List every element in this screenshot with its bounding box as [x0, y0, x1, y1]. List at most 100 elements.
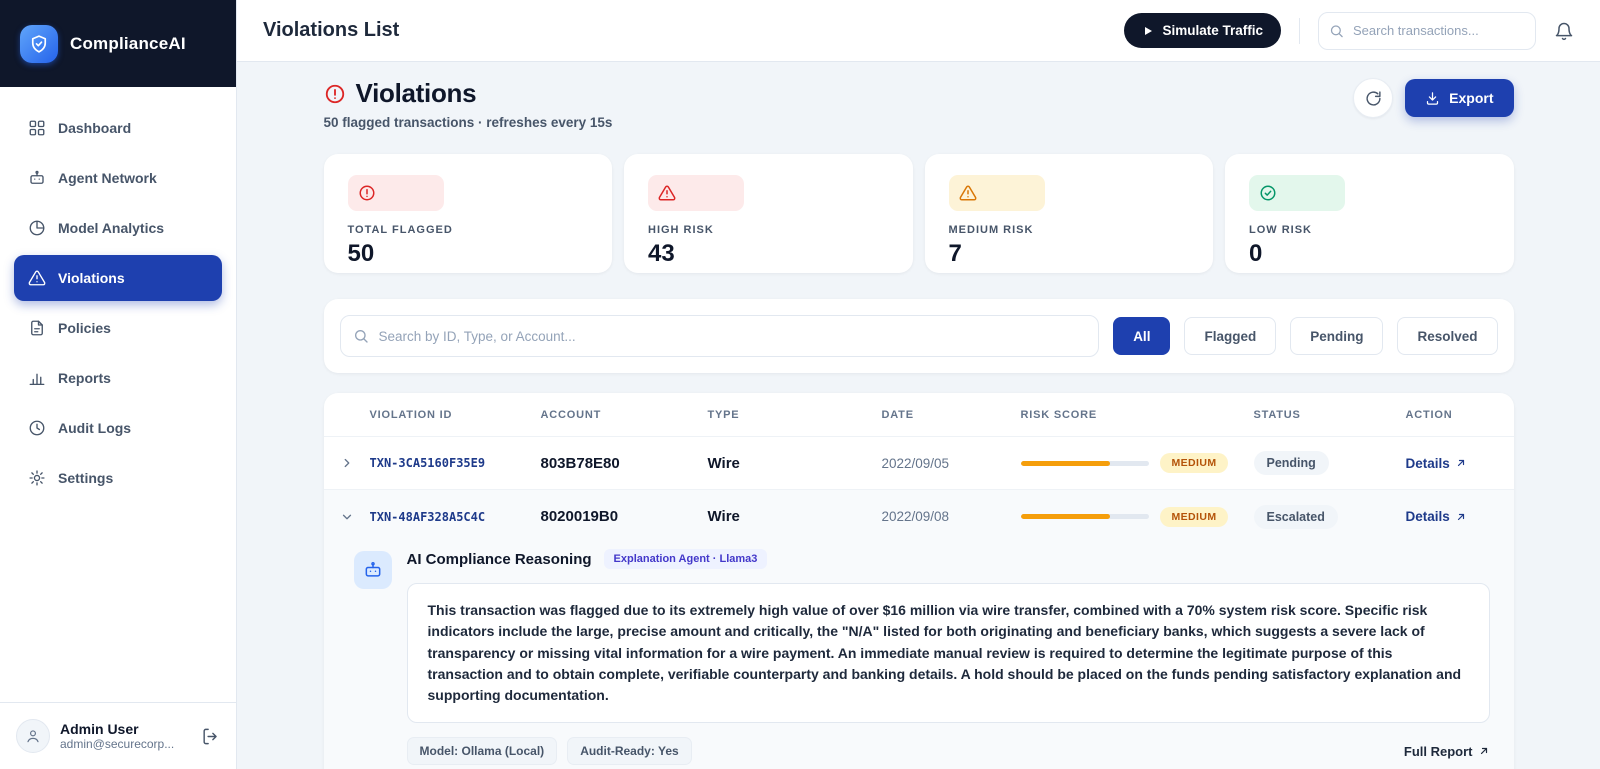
- details-label: Details: [1405, 509, 1450, 524]
- alert-circle-icon: [324, 83, 346, 105]
- sidebar-header: ComplianceAI: [0, 0, 236, 87]
- grid-icon: [28, 119, 46, 137]
- download-icon: [1425, 91, 1440, 106]
- sidebar-item-label: Agent Network: [58, 170, 157, 186]
- page-actions: Export: [1353, 78, 1514, 118]
- sidebar-item-label: Violations: [58, 270, 125, 286]
- brand-logo: [20, 24, 58, 63]
- sidebar-item-audit-logs[interactable]: Audit Logs: [14, 405, 222, 451]
- stat-card-total-flagged: TOTAL FLAGGED 50: [323, 154, 612, 273]
- divider: [1299, 17, 1300, 44]
- external-link-icon: [1455, 457, 1467, 469]
- user-name: Admin User: [60, 721, 139, 737]
- stat-card-medium-risk: MEDIUM RISK 7: [924, 154, 1213, 273]
- ai-reasoning-text: This transaction was flagged due to its …: [406, 583, 1490, 724]
- logout-icon[interactable]: [201, 727, 220, 746]
- document-icon: [28, 319, 46, 337]
- filter-button-resolved[interactable]: Resolved: [1397, 317, 1498, 355]
- type-cell: Wire: [707, 508, 740, 525]
- alert-circle-icon: [347, 175, 444, 211]
- bot-icon: [28, 169, 46, 187]
- user-meta: Admin User admin@securecorp...: [60, 721, 191, 751]
- refresh-icon[interactable]: [1353, 78, 1394, 118]
- column-header-action: ACTION: [1405, 408, 1453, 421]
- clock-icon: [28, 419, 46, 437]
- column-header-date: DATE: [881, 408, 914, 421]
- pie-icon: [28, 219, 46, 237]
- app-root: ComplianceAI Dashboard Agent Network Mod…: [0, 0, 1600, 769]
- ai-reasoning-panel: AI Compliance Reasoning Explanation Agen…: [323, 543, 1514, 769]
- export-button[interactable]: Export: [1405, 79, 1514, 117]
- alert-triangle-icon: [948, 175, 1045, 211]
- stat-card-high-risk: HIGH RISK 43: [624, 154, 913, 273]
- user-email: admin@securecorp...: [60, 737, 175, 751]
- page-title: Violations: [355, 78, 477, 108]
- filter-button-all[interactable]: All: [1113, 317, 1171, 355]
- filter-bar: All Flagged Pending Resolved: [323, 299, 1514, 373]
- sidebar-item-settings[interactable]: Settings: [14, 455, 222, 501]
- details-link[interactable]: Details: [1406, 509, 1498, 524]
- stat-value: 43: [648, 240, 675, 267]
- topbar: Violations List Simulate Traffic: [237, 0, 1600, 62]
- violation-id: TXN-48AF328A5C4C: [369, 509, 486, 524]
- stat-label: MEDIUM RISK: [948, 224, 1034, 236]
- risk-score-cell: MEDIUM: [1020, 453, 1254, 473]
- export-label: Export: [1449, 90, 1494, 106]
- sidebar-item-policies[interactable]: Policies: [14, 305, 222, 351]
- risk-badge: MEDIUM: [1159, 506, 1229, 527]
- topbar-search-wrap: [1318, 11, 1536, 50]
- external-link-icon: [1478, 745, 1490, 757]
- full-report-label: Full Report: [1403, 743, 1473, 759]
- agent-badge: Explanation Agent · Llama3: [603, 549, 768, 569]
- risk-badge: MEDIUM: [1159, 453, 1229, 473]
- chevron-down-icon[interactable]: [340, 510, 370, 524]
- status-badge: Pending: [1253, 451, 1329, 475]
- sidebar-item-violations[interactable]: Violations: [14, 255, 222, 301]
- details-label: Details: [1405, 455, 1450, 471]
- sidebar-item-reports[interactable]: Reports: [14, 355, 222, 401]
- violation-id: TXN-3CA5160F35E9: [369, 456, 486, 470]
- details-link[interactable]: Details: [1406, 456, 1498, 471]
- simulate-traffic-button[interactable]: Simulate Traffic: [1124, 13, 1281, 48]
- content-area: Violations 50 flagged transactions · ref…: [237, 62, 1600, 769]
- check-circle-icon: [1249, 175, 1345, 211]
- stat-label: TOTAL FLAGGED: [347, 224, 453, 236]
- status-cell: Pending: [1253, 451, 1406, 475]
- column-header-risk-score: RISK SCORE: [1020, 408, 1097, 421]
- sidebar-item-label: Reports: [58, 370, 111, 386]
- filter-button-flagged[interactable]: Flagged: [1184, 317, 1277, 355]
- stats-row: TOTAL FLAGGED 50 HIGH RISK 43 MEDIUM RIS…: [323, 154, 1514, 273]
- account-cell: 803B78E80: [540, 454, 620, 472]
- filter-button-pending[interactable]: Pending: [1290, 317, 1384, 355]
- sidebar-item-label: Policies: [58, 320, 111, 336]
- table-row[interactable]: TXN-48AF328A5C4C 8020019B0 Wire 2022/09/…: [323, 490, 1514, 543]
- sidebar-user-panel: Admin User admin@securecorp...: [0, 702, 236, 769]
- date-cell: 2022/09/08: [881, 509, 950, 524]
- alert-triangle-icon: [648, 175, 744, 211]
- stat-value: 7: [948, 240, 962, 267]
- column-header-status: STATUS: [1253, 408, 1301, 421]
- ai-reasoning-body: AI Compliance Reasoning Explanation Agen…: [406, 549, 1490, 766]
- full-report-link[interactable]: Full Report: [1404, 744, 1490, 759]
- risk-bar-fill: [1020, 460, 1111, 466]
- sidebar-item-dashboard[interactable]: Dashboard: [14, 105, 222, 151]
- violations-table: VIOLATION ID ACCOUNT TYPE DATE RISK SCOR…: [323, 393, 1514, 769]
- sidebar-item-agent-network[interactable]: Agent Network: [14, 155, 222, 201]
- simulate-traffic-label: Simulate Traffic: [1162, 23, 1263, 38]
- sidebar-item-label: Dashboard: [58, 120, 132, 136]
- stat-card-low-risk: LOW RISK 0: [1225, 154, 1514, 273]
- transactions-search-input[interactable]: [1318, 11, 1536, 50]
- stat-label: LOW RISK: [1249, 224, 1312, 236]
- bot-icon: [353, 551, 392, 589]
- sidebar-item-label: Settings: [58, 470, 114, 486]
- table-row[interactable]: TXN-3CA5160F35E9 803B78E80 Wire 2022/09/…: [323, 437, 1514, 490]
- main-area: Violations List Simulate Traffic Search …: [237, 0, 1600, 769]
- chevron-right-icon[interactable]: [340, 456, 370, 470]
- bell-icon[interactable]: [1554, 21, 1574, 41]
- risk-bar-track: [1020, 460, 1149, 466]
- column-header-account: ACCOUNT: [540, 408, 602, 421]
- violations-search-input[interactable]: [339, 315, 1100, 357]
- type-cell: Wire: [707, 454, 740, 472]
- sidebar-item-model-analytics[interactable]: Model Analytics: [14, 205, 222, 251]
- account-cell: 8020019B0: [540, 508, 619, 525]
